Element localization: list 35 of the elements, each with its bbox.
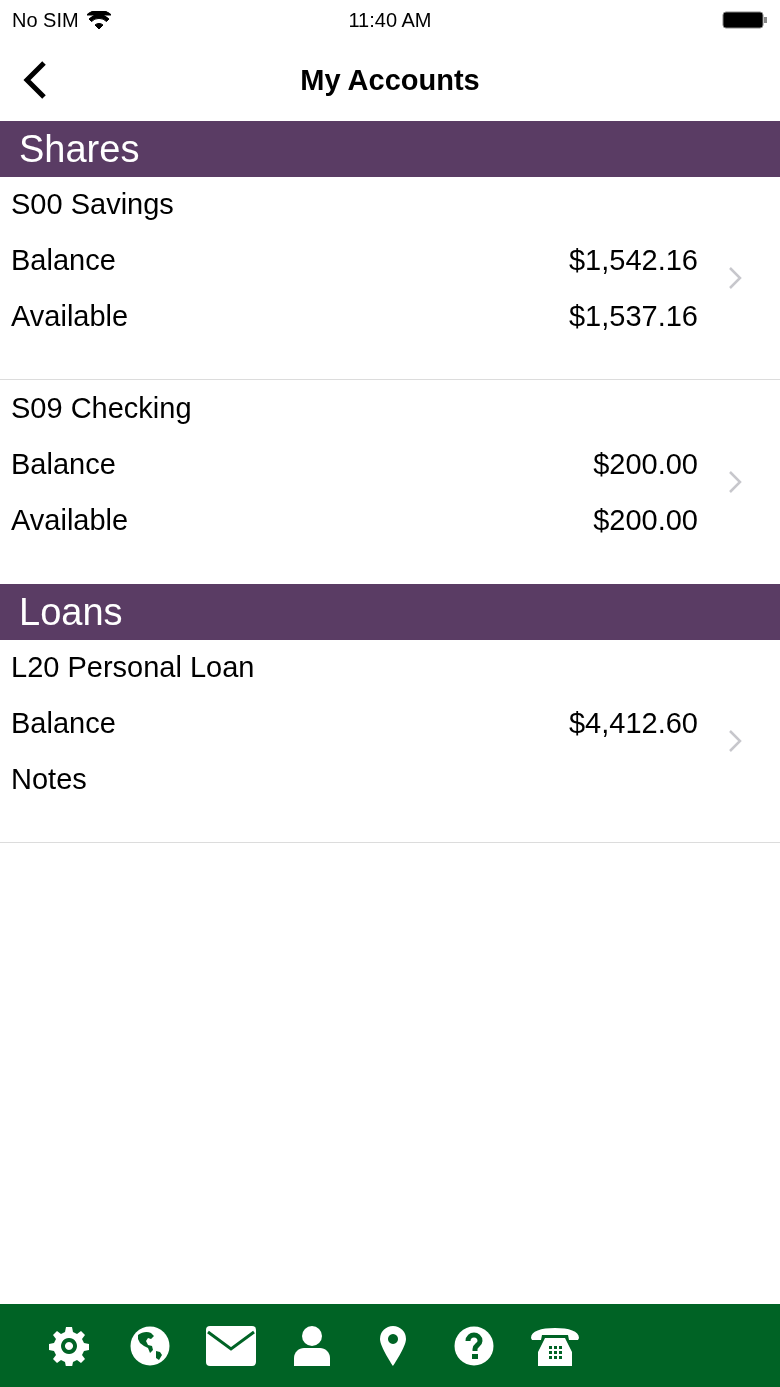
location-pin-icon — [379, 1325, 406, 1366]
chevron-icon — [728, 729, 742, 753]
clock-text: 11:40 AM — [348, 8, 432, 31]
account-row[interactable]: S00 Savings Balance $1,542.16 Available $1,537.16 — [0, 177, 780, 380]
field-value: $1,542.16 — [569, 244, 698, 277]
field-label: Available — [11, 503, 129, 537]
section-header: Shares — [0, 121, 780, 177]
field-value: $200.00 — [593, 503, 698, 537]
carrier-text: No SIM — [12, 8, 79, 32]
chevron-icon — [728, 266, 742, 290]
person-icon — [293, 1325, 330, 1366]
screen-title: My Accounts — [300, 63, 480, 96]
account-name: S09 Checking — [11, 391, 192, 425]
field-label: Balance — [11, 707, 116, 740]
wifi-icon — [86, 11, 111, 29]
field-label: Balance — [11, 447, 116, 481]
field-value: $200.00 — [593, 447, 698, 481]
globe-icon — [129, 1325, 170, 1366]
field-label: Balance — [11, 244, 116, 277]
account-name: S00 Savings — [11, 188, 174, 221]
field-label: Available — [11, 300, 129, 333]
back-button[interactable] — [22, 60, 48, 100]
account-row[interactable]: L20 Personal Loan Balance $4,412.60 Notes — [0, 640, 780, 843]
account-row[interactable]: S09 Checking Balance $200.00 Available $200.00 — [0, 380, 780, 583]
telephone-icon — [529, 1325, 580, 1366]
field-label: Notes — [11, 763, 87, 796]
field-value: $4,412.60 — [569, 707, 698, 740]
account-name: L20 Personal Loan — [11, 651, 255, 684]
settings-icon — [48, 1325, 89, 1366]
chevron-icon — [728, 469, 742, 494]
mail-icon — [205, 1325, 256, 1366]
battery-icon — [722, 10, 768, 30]
field-value: $1,537.16 — [569, 300, 698, 333]
help-icon — [453, 1325, 494, 1366]
section-header: Loans — [0, 584, 780, 640]
